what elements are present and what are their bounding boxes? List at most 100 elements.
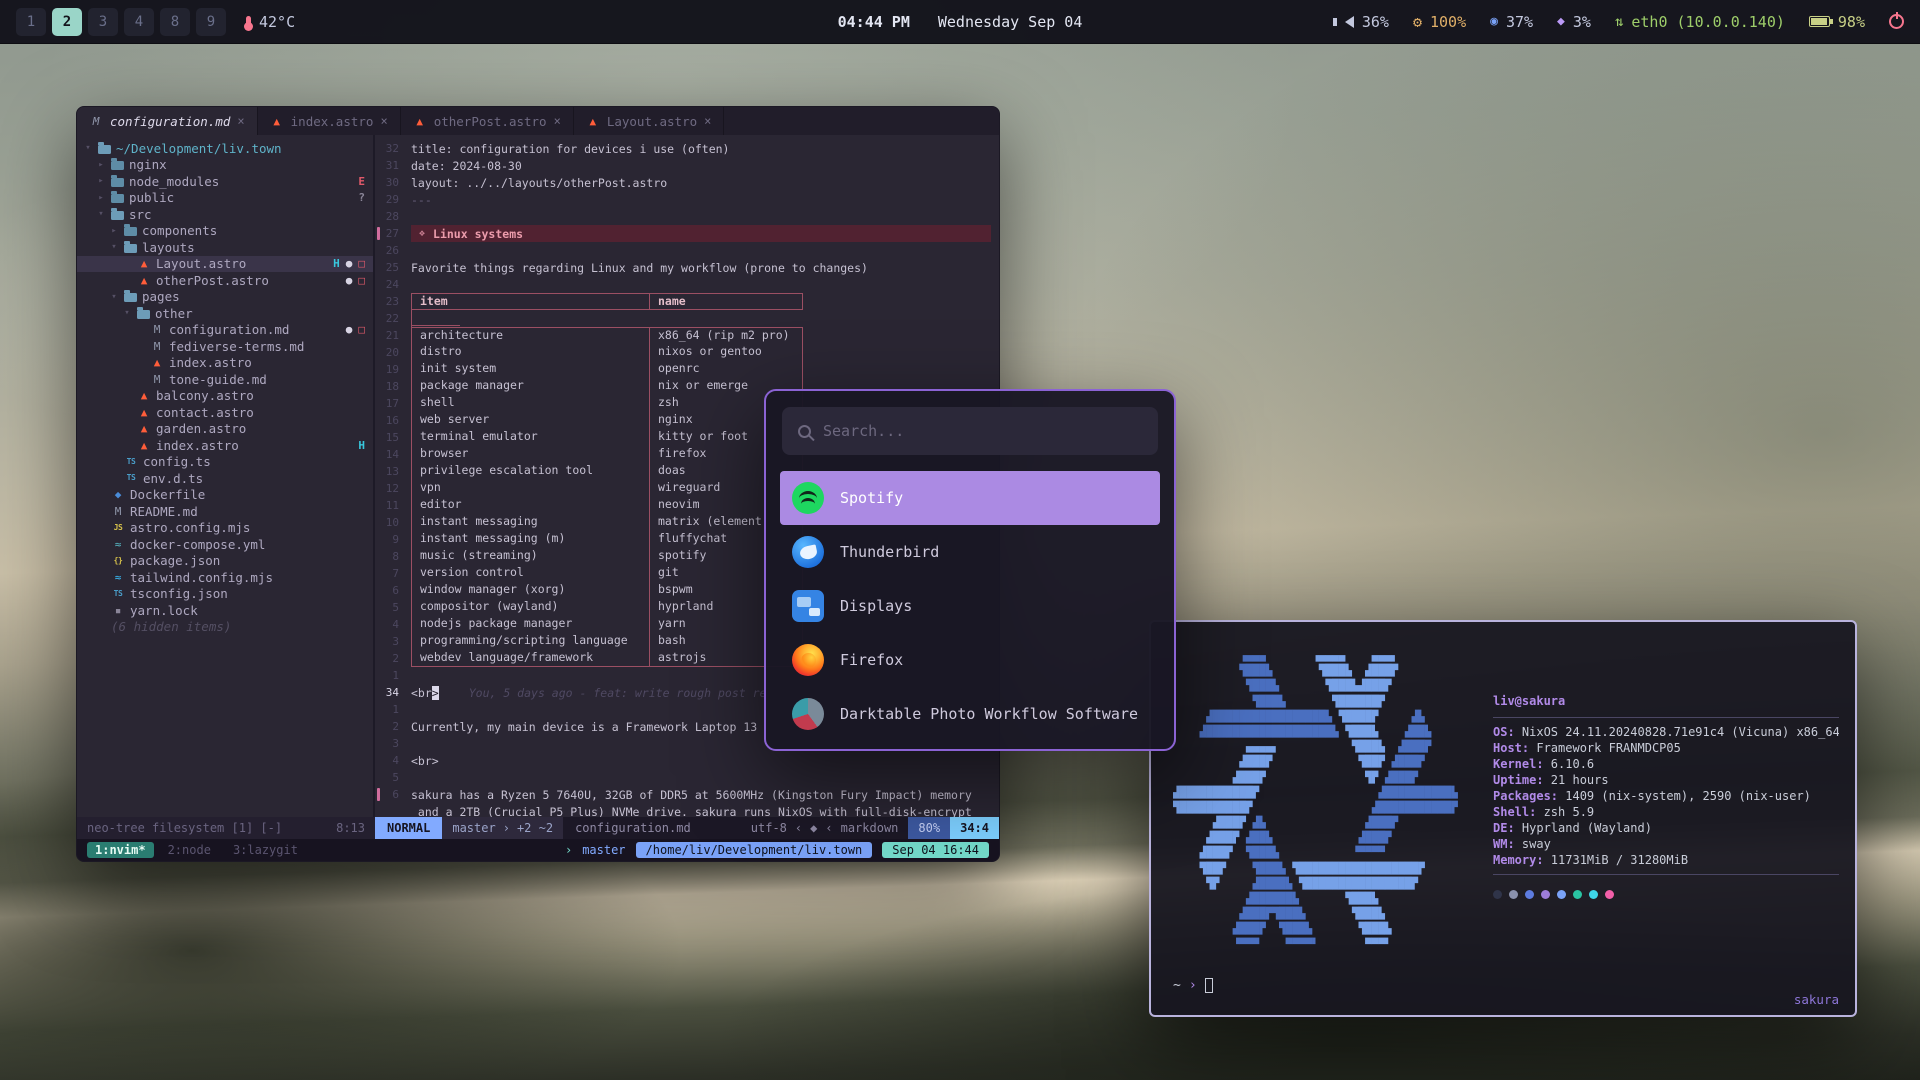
tree-item[interactable]: ▾pages [77,289,373,306]
logo-segment: ▜███▙ [1173,695,1332,708]
tree-item[interactable]: ▲index.astroH [77,437,373,454]
table-cell: programming/scripting language [412,633,650,650]
markdown-icon: M [150,374,164,385]
disk-value: 37% [1506,13,1533,31]
line-number: 4 [375,618,411,631]
tree-item[interactable]: ▸components [77,223,373,240]
table-cell: vpn [412,480,650,497]
displays-icon [792,590,824,622]
tree-item[interactable]: TSconfig.ts [77,454,373,471]
table-cell: music (streaming) [412,548,650,565]
editor-tab[interactable]: ▲otherPost.astro× [401,107,574,135]
workspaces: 123489 [16,8,226,36]
search-input[interactable]: Search... [782,407,1158,455]
editor-tab[interactable]: ▲Layout.astro× [574,107,725,135]
workspace-button[interactable]: 1 [16,8,46,36]
line-number: 2 [375,652,411,665]
close-icon[interactable]: × [380,114,387,128]
shell-prompt[interactable]: ~ › [1173,978,1213,993]
logo-segment: ▜████▛ [1339,710,1412,723]
workspace-button[interactable]: 3 [88,8,118,36]
editor-tab[interactable]: Mconfiguration.md× [77,107,258,135]
astro-icon: ▲ [413,116,427,127]
tree-item[interactable]: ▪yarn.lock [77,602,373,619]
tmux-window[interactable]: 3:lazygit [225,842,306,858]
close-icon[interactable]: × [554,114,561,128]
launcher-item-label: Spotify [840,489,903,507]
tree-item-label: fediverse-terms.md [169,339,304,354]
info-label: Memory: [1493,853,1544,867]
tree-item[interactable]: ≈docker-compose.yml [77,536,373,553]
battery-module[interactable]: 98% [1809,13,1865,31]
tree-item[interactable]: ▾~/Development/liv.town [77,140,373,157]
tree-item[interactable]: ◆Dockerfile [77,487,373,504]
info-value: Framework FRANMDCP05 [1529,741,1681,755]
tree-item[interactable]: ▲Layout.astroH●□ [77,256,373,273]
tmux-window[interactable]: 1:nvim* [87,842,154,858]
logo-segment: ▜▛ [1173,877,1252,890]
launcher-item[interactable]: Thunderbird [780,525,1160,579]
close-icon[interactable]: × [237,114,244,128]
line-number: 13 [375,465,411,478]
line-number: 15 [375,431,411,444]
speaker-icon [1345,16,1354,28]
tree-item[interactable]: ▸node_modulesE [77,173,373,190]
tree-item[interactable]: Mconfiguration.md●□ [77,322,373,339]
tree-item[interactable]: TStsconfig.json [77,586,373,603]
line-number: 14 [375,448,411,461]
expander-icon: ▾ [83,143,93,153]
tree-item-label: package.json [130,553,220,568]
tree-item[interactable]: {}package.json [77,553,373,570]
logo-segment: ▜███▙ [1358,922,1391,935]
volume-value: 36% [1362,13,1389,31]
info-row: Memory: 11731MiB / 31280MiB [1493,852,1839,868]
cpu-module[interactable]: ◆ 3% [1557,13,1591,31]
launcher-item[interactable]: Darktable Photo Workflow Software [780,687,1160,741]
power-button[interactable] [1889,14,1904,29]
table-cell: privilege escalation tool [412,463,650,480]
line-number: 8 [375,550,411,563]
tree-item[interactable]: ▲index.astro [77,355,373,372]
info-row: Shell: zsh 5.9 [1493,804,1839,820]
tree-item[interactable]: JSastro.config.mjs [77,520,373,537]
network-module[interactable]: ⇅ eth0 (10.0.0.140) [1615,13,1785,31]
tree-item[interactable]: (6 hidden items) [77,619,373,636]
brightness-module[interactable]: ⚙ 100% [1413,13,1466,31]
volume-module[interactable]: 36% [1345,13,1389,31]
tree-item[interactable]: ≈tailwind.config.mjs [77,569,373,586]
tree-item[interactable]: ▾src [77,206,373,223]
launcher-item[interactable]: Spotify [780,471,1160,525]
logo-line: ▟███▛ ▜███▙ ▝▀▀▀▀ [1173,845,1458,860]
launcher-item[interactable]: Firefox [780,633,1160,687]
table-row: compositor (wayland)hyprland [411,599,803,616]
close-icon[interactable]: × [704,114,711,128]
workspace-button[interactable]: 4 [124,8,154,36]
tree-item[interactable]: TSenv.d.ts [77,470,373,487]
tree-item[interactable]: Mtone-guide.md [77,371,373,388]
vim-mode: NORMAL [375,817,442,839]
tree-item[interactable]: ▲garden.astro [77,421,373,438]
table-cell: version control [412,565,650,582]
tree-item[interactable]: ▸nginx [77,157,373,174]
logo-segment: ▟███▛▜███▙ [1173,907,1352,920]
disk-module[interactable]: ◉ 37% [1490,13,1533,31]
workspace-button[interactable]: 2 [52,8,82,36]
workspace-button[interactable]: 9 [196,8,226,36]
tree-item[interactable]: ▾other [77,305,373,322]
git-changes: +2 ~2 [517,821,553,835]
neotree-title: neo-tree filesystem [1] [-] [87,821,282,835]
editor-line: 21architecturex86_64 (rip m2 pro) [375,327,999,344]
editor-tab[interactable]: ▲index.astro× [258,107,401,135]
tmux-window[interactable]: 2:node [160,842,219,858]
tree-item[interactable]: ▲contact.astro [77,404,373,421]
tree-item[interactable]: ▾layouts [77,239,373,256]
launcher-results: Spotify ThunderbirdDisplaysFirefoxDarktab… [766,465,1174,749]
tree-item[interactable]: ▲balcony.astro [77,388,373,405]
tree-item[interactable]: ▸public? [77,190,373,207]
tree-item[interactable]: Mfediverse-terms.md [77,338,373,355]
tree-item[interactable]: MREADME.md [77,503,373,520]
logo-segment: ▟███▛ [1173,846,1246,859]
tree-item[interactable]: ▲otherPost.astro●□ [77,272,373,289]
workspace-button[interactable]: 8 [160,8,190,36]
launcher-item[interactable]: Displays [780,579,1160,633]
